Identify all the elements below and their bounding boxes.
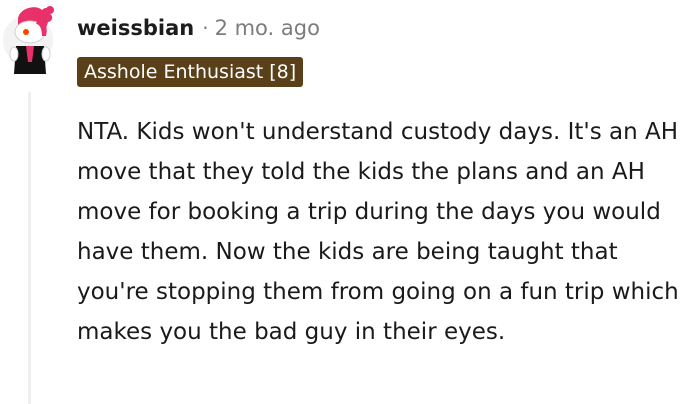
comment-header: weissbian · 2 mo. ago [77,12,320,44]
thread-line[interactable] [28,92,31,404]
username[interactable]: weissbian [77,16,194,40]
meta-separator: · [202,16,209,40]
user-flair: Asshole Enthusiast [8] [77,57,304,87]
timestamp[interactable]: 2 mo. ago [215,16,320,40]
user-avatar[interactable] [2,2,62,80]
comment: weissbian · 2 mo. ago Asshole Enthusiast… [0,0,700,404]
comment-body: NTA. Kids won't understand custody days.… [77,119,679,345]
snoo-avatar-icon [3,6,54,74]
